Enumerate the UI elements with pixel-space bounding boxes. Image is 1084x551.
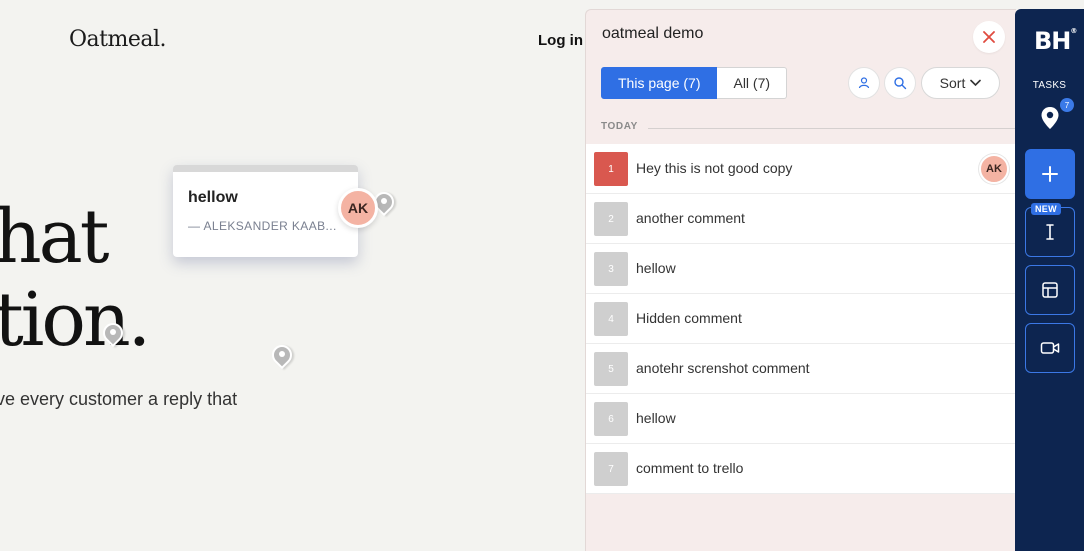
comment-list: 1 Hey this is not good copy AK 2 another… xyxy=(586,144,1016,494)
chevron-down-icon xyxy=(970,79,982,87)
comment-text: Hidden comment xyxy=(636,310,742,326)
tasks-count-badge: 7 xyxy=(1060,98,1074,112)
comment-number: 6 xyxy=(594,402,628,436)
comment-number: 3 xyxy=(594,252,628,286)
list-item[interactable]: 3 hellow xyxy=(586,244,1016,294)
comment-preview-author: — ALEKSANDER KAAB... xyxy=(188,219,337,233)
video-icon xyxy=(1040,342,1060,354)
comment-preview-card[interactable]: hellow — ALEKSANDER KAAB... xyxy=(173,165,358,257)
hero-subline: ve every customer a reply that xyxy=(0,389,238,409)
list-item[interactable]: 1 Hey this is not good copy AK xyxy=(586,144,1016,194)
divider xyxy=(648,128,1017,129)
comment-number: 5 xyxy=(594,352,628,386)
comment-number: 1 xyxy=(594,152,628,186)
hero-heading-line1: hat xyxy=(0,194,110,280)
login-link[interactable]: Log in xyxy=(538,32,583,49)
comment-preview-title: hellow xyxy=(188,189,238,206)
comment-text: anotehr screnshot comment xyxy=(636,360,810,376)
comment-text: Hey this is not good copy xyxy=(636,160,793,176)
avatar[interactable]: AK xyxy=(338,188,378,228)
comment-pin-icon[interactable] xyxy=(98,318,128,353)
plus-icon xyxy=(1042,166,1058,182)
close-button[interactable] xyxy=(973,21,1005,53)
brand-logo[interactable]: BH® xyxy=(1034,27,1077,55)
list-item[interactable]: 7 comment to trello xyxy=(586,444,1016,494)
avatar[interactable]: AK xyxy=(979,154,1009,184)
website-backdrop: Oatmeal. Log in hat tion. ve every custo… xyxy=(0,0,586,551)
video-button[interactable] xyxy=(1025,323,1075,373)
sort-label: Sort xyxy=(939,75,966,91)
panel-title: oatmeal demo xyxy=(602,25,704,42)
brand-logo-mark: ® xyxy=(1070,27,1077,35)
tasks-label: TASKS xyxy=(1032,80,1067,91)
search-icon xyxy=(894,77,907,90)
comment-text: comment to trello xyxy=(636,460,744,476)
brand-logo-text: BH xyxy=(1034,27,1071,55)
add-comment-button[interactable] xyxy=(1025,149,1075,199)
search-button[interactable] xyxy=(884,67,916,99)
text-cursor-icon xyxy=(1046,224,1054,240)
comment-pin-icon[interactable] xyxy=(267,340,297,375)
tab-all[interactable]: All (7) xyxy=(717,67,788,99)
layout-button[interactable] xyxy=(1025,265,1075,315)
comment-number: 4 xyxy=(594,302,628,336)
filter-user-button[interactable] xyxy=(848,67,880,99)
comments-panel: oatmeal demo This page (7) All (7) Sort … xyxy=(585,9,1017,551)
hero-heading-line2: tion. xyxy=(0,277,151,363)
list-item[interactable]: 6 hellow xyxy=(586,394,1016,444)
new-badge: NEW xyxy=(1031,203,1061,215)
tab-this-page[interactable]: This page (7) xyxy=(601,67,718,99)
scope-tabs: This page (7) All (7) xyxy=(601,67,788,99)
comment-number: 2 xyxy=(594,202,628,236)
comment-number: 7 xyxy=(594,452,628,486)
comment-text: hellow xyxy=(636,260,676,276)
map-pin-icon xyxy=(1041,107,1059,129)
comment-text: hellow xyxy=(636,410,676,426)
group-label: TODAY xyxy=(601,121,638,132)
close-icon xyxy=(983,31,995,43)
sort-button[interactable]: Sort xyxy=(921,67,1000,99)
user-icon xyxy=(858,77,870,89)
site-logo[interactable]: Oatmeal. xyxy=(69,27,167,52)
comment-text: another comment xyxy=(636,210,745,226)
tasks-button[interactable] xyxy=(1040,106,1060,135)
list-item[interactable]: 5 anotehr screnshot comment xyxy=(586,344,1016,394)
layout-icon xyxy=(1042,282,1058,298)
list-item[interactable]: 4 Hidden comment xyxy=(586,294,1016,344)
list-item[interactable]: 2 another comment xyxy=(586,194,1016,244)
toolbar-rail: BH® TASKS 7 NEW xyxy=(1015,9,1084,551)
